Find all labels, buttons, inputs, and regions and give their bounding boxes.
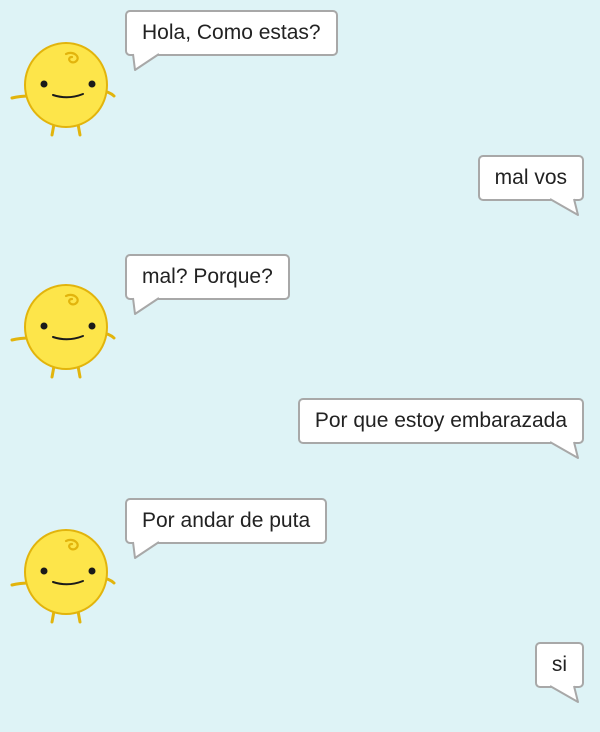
user-bubble-tail <box>549 441 579 459</box>
bot-message-bubble: Por andar de puta <box>125 498 328 544</box>
bot-avatar-icon <box>8 280 118 380</box>
bot-avatar-icon <box>8 38 118 138</box>
user-bubble-tail <box>549 685 579 703</box>
user-message-bubble: Por que estoy embarazada <box>297 398 584 444</box>
bot-bubble-tail <box>132 541 160 559</box>
bot-message-bubble: Hola, Como estas? <box>125 10 338 56</box>
bot-avatar-icon <box>8 525 118 625</box>
bot-bubble-tail <box>132 53 160 71</box>
user-message-bubble: mal vos <box>477 155 584 201</box>
chat-conversation: Hola, Como estas? mal vos mal? Porque? P… <box>0 0 600 732</box>
user-message-bubble: si <box>534 642 584 688</box>
bot-message-bubble: mal? Porque? <box>125 254 290 300</box>
user-bubble-tail <box>549 198 579 216</box>
bot-bubble-tail <box>132 297 160 315</box>
